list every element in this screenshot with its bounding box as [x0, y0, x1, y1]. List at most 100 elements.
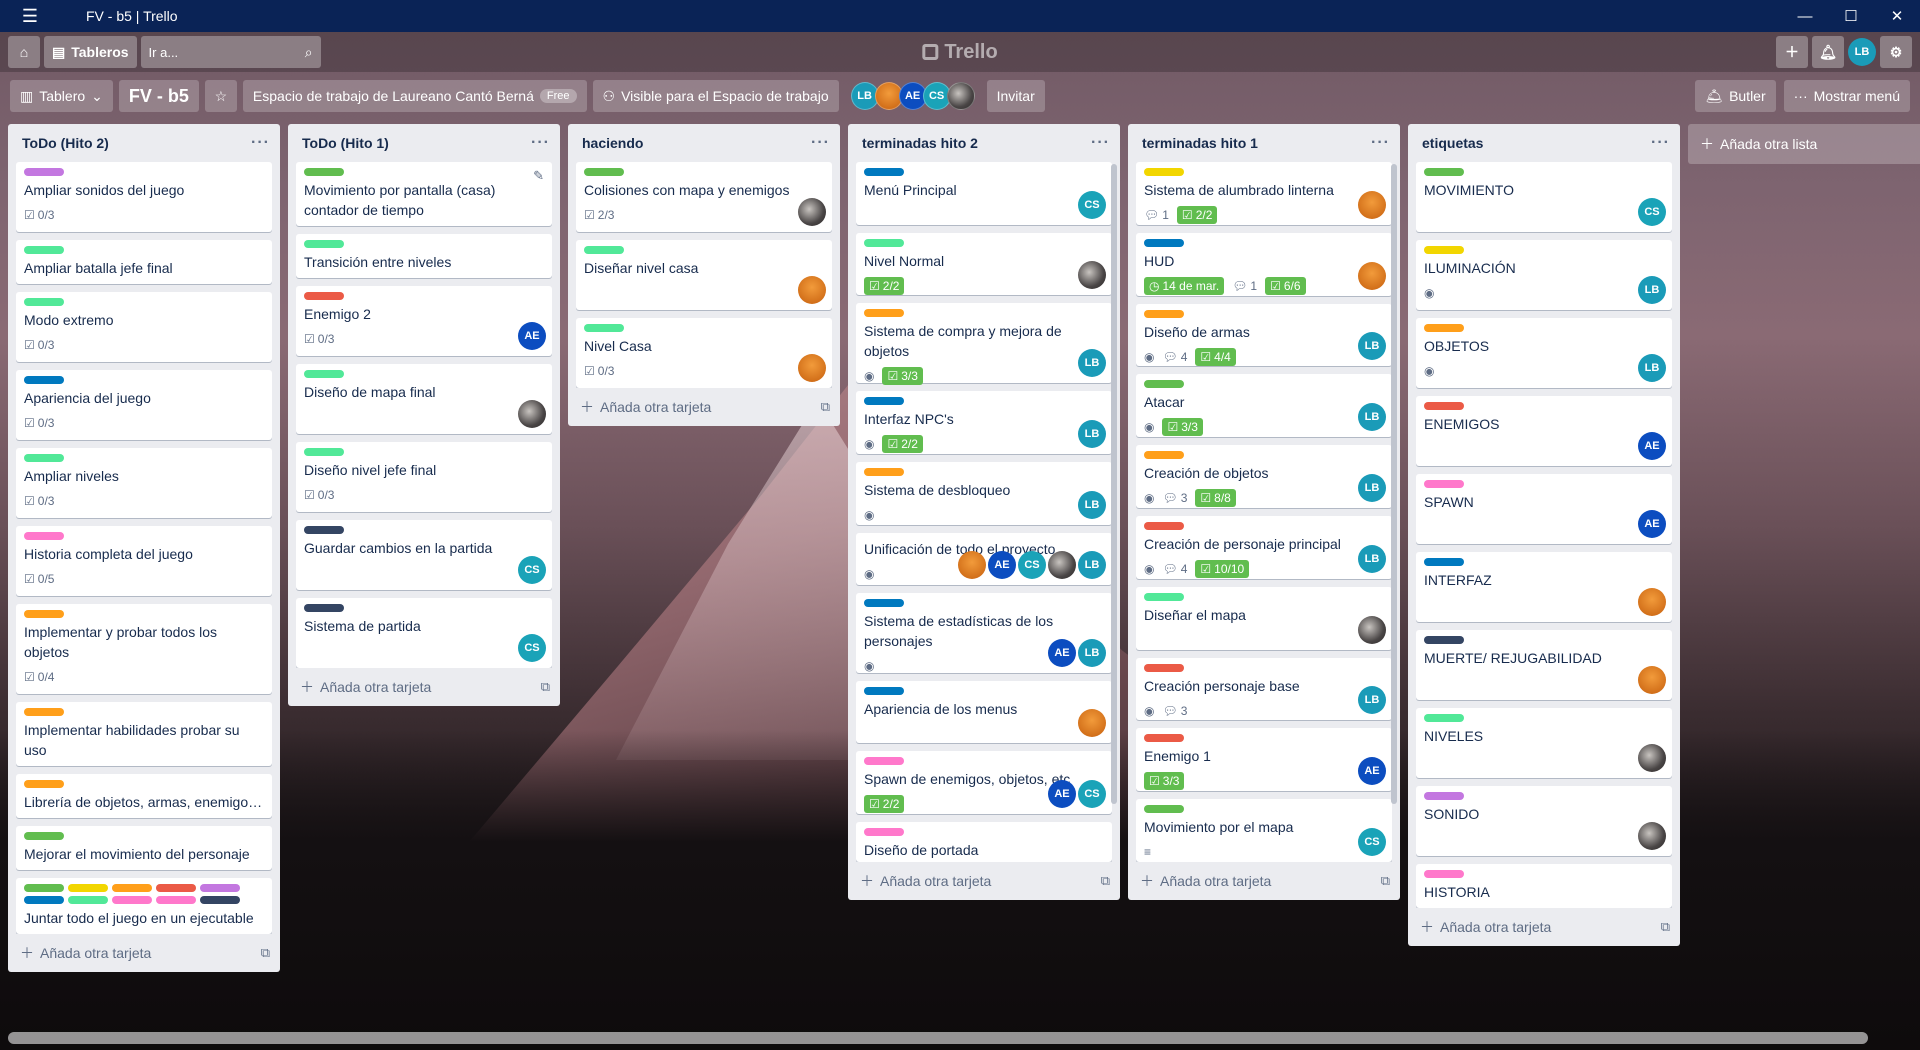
member-avatar[interactable]: CS [1358, 827, 1386, 856]
card[interactable]: Librería de objetos, armas, enemigos... [16, 774, 272, 818]
card[interactable]: Unificación de todo el proyecto ◉ AE CS LB [856, 532, 1112, 585]
add-card-button[interactable]: ＋ Añada otra tarjeta ⧉ [288, 668, 560, 706]
show-menu-button[interactable]: ··· Mostrar menú [1783, 80, 1910, 112]
settings-button[interactable]: ⚙ [1880, 36, 1912, 68]
member-avatar[interactable]: AE [988, 550, 1016, 579]
label-pink[interactable] [864, 828, 904, 837]
card[interactable]: ILUMINACIÓN ◉ LB [1416, 240, 1672, 310]
member-avatar[interactable] [1638, 822, 1666, 850]
list-scrollbar[interactable] [1391, 164, 1397, 804]
card[interactable]: HUD ◷ 14 de mar. 💬︎ 1 ☑ 6/6 [1136, 232, 1392, 296]
list-title[interactable]: terminadas hito 2 [862, 135, 978, 151]
member-avatar[interactable] [1048, 550, 1076, 579]
list-menu-icon[interactable]: ··· [531, 134, 550, 152]
label-green[interactable] [304, 168, 344, 176]
member-avatar[interactable]: LB [1078, 490, 1106, 519]
label-orange[interactable] [24, 708, 64, 716]
member-avatar[interactable] [1358, 190, 1386, 219]
member-avatar[interactable]: CS [1078, 190, 1106, 219]
card[interactable]: ✎ Movimiento por pantalla (casa) contador… [296, 162, 552, 226]
card[interactable]: Transición entre niveles [296, 234, 552, 278]
label-blue[interactable] [864, 168, 904, 176]
label-yellow[interactable] [1144, 168, 1184, 176]
card[interactable]: Enemigo 1 ☑ 3/3 AE [1136, 728, 1392, 792]
trello-logo[interactable]: Trello [922, 41, 998, 64]
card[interactable]: Movimiento por el mapa ≡ CS [1136, 799, 1392, 862]
label-black[interactable] [200, 896, 240, 904]
label-green[interactable] [1424, 168, 1464, 176]
card[interactable]: Ampliar sonidos del juego ☑ 0/3 [16, 162, 272, 232]
label-blue[interactable] [24, 896, 64, 904]
member-avatar[interactable]: LB [1078, 550, 1106, 579]
star-button[interactable]: ☆ [204, 80, 237, 112]
member-avatar[interactable]: CS [1018, 550, 1046, 579]
card[interactable]: SPAWN AE [1416, 474, 1672, 544]
list-header[interactable]: terminadas hito 2 ··· [848, 124, 1120, 162]
add-card-button[interactable]: ＋ Añada otra tarjeta ⧉ [1408, 908, 1680, 946]
card[interactable]: Implementar habilidades probar su uso [16, 702, 272, 766]
card[interactable]: Creación de objetos ◉ 💬︎ 3 ☑ 8/8 LB [1136, 445, 1392, 508]
member-avatar[interactable]: CS [518, 556, 546, 584]
member-avatar[interactable]: AE [518, 322, 546, 350]
card[interactable]: Implementar y probar todos los objetos ☑ 0… [16, 604, 272, 694]
label-blue[interactable] [864, 686, 904, 695]
member-avatar[interactable]: CS [1078, 780, 1106, 809]
add-card-button[interactable]: ＋ Añada otra tarjeta ⧉ [848, 862, 1120, 900]
member-avatar[interactable]: CS [1638, 198, 1666, 226]
label-red[interactable] [304, 292, 344, 300]
card[interactable]: Creación personaje base ◉ 💬︎ 3 LB [1136, 657, 1392, 721]
card[interactable]: Ampliar niveles ☑ 0/3 [16, 448, 272, 518]
card[interactable]: Creación de personaje principal ◉ 💬︎ 4 ☑ 10/1… [1136, 515, 1392, 579]
label-lime[interactable] [1144, 592, 1184, 601]
card[interactable]: Diseñar nivel casa [576, 240, 832, 310]
label-blue[interactable] [864, 397, 904, 406]
label-lime[interactable] [864, 238, 904, 247]
template-icon[interactable]: ⧉ [541, 679, 550, 695]
member-avatar[interactable] [1638, 588, 1666, 616]
label-lime[interactable] [584, 246, 624, 254]
member-avatar[interactable] [1638, 744, 1666, 772]
member-avatar[interactable] [1078, 709, 1106, 738]
label-lime[interactable] [304, 240, 344, 248]
label-orange[interactable] [24, 610, 64, 618]
label-pink[interactable] [1424, 870, 1464, 878]
member-avatar[interactable]: LB [1078, 638, 1106, 667]
member-avatar[interactable]: LB [1358, 544, 1386, 573]
add-card-button[interactable]: ＋ Añada otra tarjeta ⧉ [1128, 862, 1400, 900]
member-avatar[interactable] [1358, 615, 1386, 644]
card[interactable]: Apariencia del juego ☑ 0/3 [16, 370, 272, 440]
member-avatar[interactable]: LB [1358, 473, 1386, 502]
list-title[interactable]: ToDo (Hito 2) [22, 135, 109, 151]
member-avatar[interactable]: AE [1048, 638, 1076, 667]
label-red[interactable] [156, 884, 196, 892]
label-pink[interactable] [156, 896, 196, 904]
member-avatar[interactable]: LB [1358, 686, 1386, 715]
member-avatar[interactable] [1078, 261, 1106, 290]
label-lime[interactable] [24, 298, 64, 306]
label-black[interactable] [304, 526, 344, 534]
label-green[interactable] [24, 884, 64, 892]
list-title[interactable]: ToDo (Hito 1) [302, 135, 389, 151]
card[interactable]: HISTORIA [1416, 864, 1672, 908]
member-avatar[interactable]: CS [518, 634, 546, 662]
card[interactable]: Sistema de compra y mejora de objetos ◉ ☑ 3… [856, 303, 1112, 386]
search-input[interactable]: Ir a... ⌕ [140, 36, 321, 68]
close-icon[interactable]: ✕ [1874, 0, 1920, 32]
label-red[interactable] [1144, 734, 1184, 743]
card[interactable]: Diseñar el mapa [1136, 586, 1392, 650]
notifications-button[interactable]: 🔔︎ [1812, 36, 1844, 68]
create-button[interactable]: ＋ [1776, 36, 1808, 68]
card[interactable]: Sistema de desbloqueo ◉ LB [856, 461, 1112, 525]
label-orange[interactable] [864, 309, 904, 318]
card[interactable]: Sistema de estadísticas de los personaje… [856, 592, 1112, 673]
label-purple[interactable] [200, 884, 240, 892]
card[interactable]: Menú Principal CS [856, 162, 1112, 225]
card[interactable]: Spawn de enemigos, objetos, etc ☑ 2/2 AE CS [856, 751, 1112, 815]
card[interactable]: Modo extremo ☑ 0/3 [16, 292, 272, 362]
label-green[interactable] [24, 832, 64, 840]
card[interactable]: Nivel Casa ☑ 0/3 [576, 318, 832, 388]
card[interactable]: INTERFAZ [1416, 552, 1672, 622]
member-avatar[interactable]: AE [1048, 780, 1076, 809]
horizontal-scrollbar-thumb[interactable] [8, 1032, 1868, 1044]
invite-button[interactable]: Invitar [986, 80, 1045, 112]
